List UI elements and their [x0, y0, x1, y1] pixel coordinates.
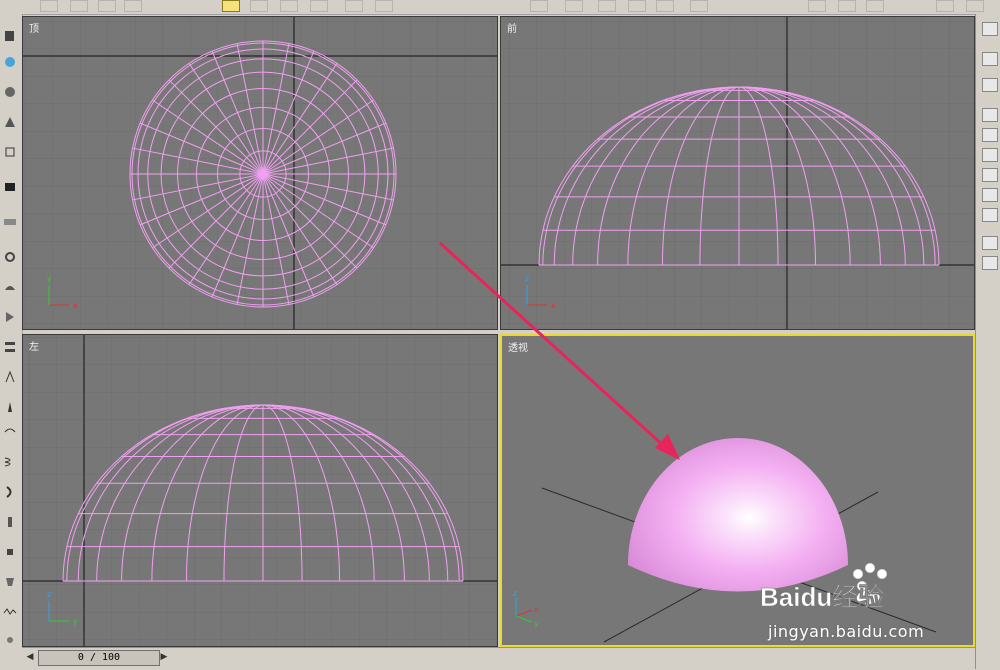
spring-icon[interactable] — [2, 454, 18, 468]
named-selection-icon[interactable] — [656, 0, 674, 12]
snap-icon[interactable] — [530, 0, 548, 12]
rollout-item-icon[interactable] — [982, 168, 998, 182]
rollout-item-icon[interactable] — [982, 208, 998, 222]
motion-icon[interactable] — [2, 369, 18, 383]
spinner-snap-icon[interactable] — [628, 0, 646, 12]
create-cone-icon[interactable] — [2, 114, 18, 128]
perspective-view: x y z — [502, 336, 973, 645]
chevron-left-icon[interactable]: ◀ — [24, 650, 36, 664]
mirror-icon[interactable] — [690, 0, 708, 12]
svg-text:y: y — [73, 617, 78, 626]
create-cylinder-icon[interactable] — [2, 54, 18, 68]
top-view-wireframe: x y — [23, 17, 497, 329]
rollout-item-icon[interactable] — [982, 128, 998, 142]
link-icon[interactable] — [70, 0, 88, 12]
svg-text:z: z — [513, 589, 517, 598]
unlink-icon[interactable] — [98, 0, 116, 12]
viewport-label[interactable]: 前 — [507, 20, 517, 35]
toolbar-icon[interactable] — [40, 0, 58, 12]
svg-text:z: z — [47, 590, 51, 599]
rollout-item-icon[interactable] — [982, 148, 998, 162]
utilities-icon[interactable] — [2, 424, 18, 438]
left-view-wireframe: y z — [23, 335, 497, 646]
viewport-label[interactable]: 左 — [29, 338, 39, 353]
render-icon[interactable] — [966, 0, 984, 12]
rollout-collapse-icon[interactable] — [982, 236, 998, 250]
align-icon[interactable] — [808, 0, 826, 12]
svg-text:y: y — [47, 274, 52, 283]
svg-text:x: x — [534, 605, 539, 614]
unwrap-icon[interactable] — [2, 632, 18, 646]
viewport-left[interactable]: y z 左 — [22, 334, 498, 647]
create-teapot-icon[interactable] — [2, 279, 18, 293]
command-panel — [975, 14, 1000, 669]
main-toolbar — [0, 0, 1000, 15]
layer-icon[interactable] — [838, 0, 856, 12]
rollout-collapse-icon[interactable] — [982, 108, 998, 122]
bevel-icon[interactable] — [2, 514, 18, 528]
viewport-label[interactable]: 顶 — [29, 20, 39, 35]
create-plane-icon[interactable] — [2, 214, 18, 228]
sphere-create-icon[interactable] — [982, 52, 998, 66]
select-icon[interactable] — [982, 22, 998, 36]
svg-text:x: x — [551, 301, 556, 310]
noise-icon[interactable] — [2, 604, 18, 618]
curve-editor-icon[interactable] — [866, 0, 884, 12]
taper-icon[interactable] — [2, 574, 18, 588]
modifier-icon[interactable] — [2, 309, 18, 323]
twist-icon[interactable] — [2, 544, 18, 558]
create-tube-icon[interactable] — [2, 144, 18, 158]
time-slider-bar: ◀ 0 / 100 ▶ — [22, 647, 975, 670]
bind-icon[interactable] — [124, 0, 142, 12]
viewport-perspective[interactable]: x y z 透视 — [500, 334, 975, 647]
create-torus-icon[interactable] — [2, 249, 18, 263]
viewport-label[interactable]: 透视 — [508, 339, 528, 354]
svg-text:y: y — [534, 619, 539, 628]
angle-snap-icon[interactable] — [565, 0, 583, 12]
viewport-front[interactable]: x z 前 — [500, 16, 975, 330]
select-by-name-icon[interactable] — [250, 0, 268, 12]
rotate-icon[interactable] — [375, 0, 393, 12]
material-editor-icon[interactable] — [936, 0, 954, 12]
select-object-icon[interactable] — [222, 0, 240, 12]
checkbox-icon[interactable] — [982, 256, 998, 270]
move-icon[interactable] — [345, 0, 363, 12]
hierarchy-icon[interactable] — [2, 339, 18, 353]
viewport-top[interactable]: x y 顶 — [22, 16, 498, 330]
create-pyramid-icon[interactable] — [2, 179, 18, 193]
rollout-item-icon[interactable] — [982, 188, 998, 202]
create-box-icon[interactable] — [2, 28, 18, 42]
create-sphere-icon[interactable] — [2, 84, 18, 98]
bend-icon[interactable] — [2, 484, 18, 498]
rect-selection-icon[interactable] — [280, 0, 298, 12]
front-view-wireframe: x z — [501, 17, 974, 329]
left-tool-strip — [0, 14, 23, 654]
window-crossing-icon[interactable] — [310, 0, 328, 12]
display-icon[interactable] — [2, 399, 18, 413]
chevron-right-icon[interactable]: ▶ — [158, 650, 170, 664]
object-color-icon[interactable] — [982, 78, 998, 92]
percent-snap-icon[interactable] — [598, 0, 616, 12]
svg-text:x: x — [73, 301, 78, 310]
frame-counter[interactable]: 0 / 100 — [38, 650, 160, 666]
svg-text:z: z — [525, 274, 529, 283]
